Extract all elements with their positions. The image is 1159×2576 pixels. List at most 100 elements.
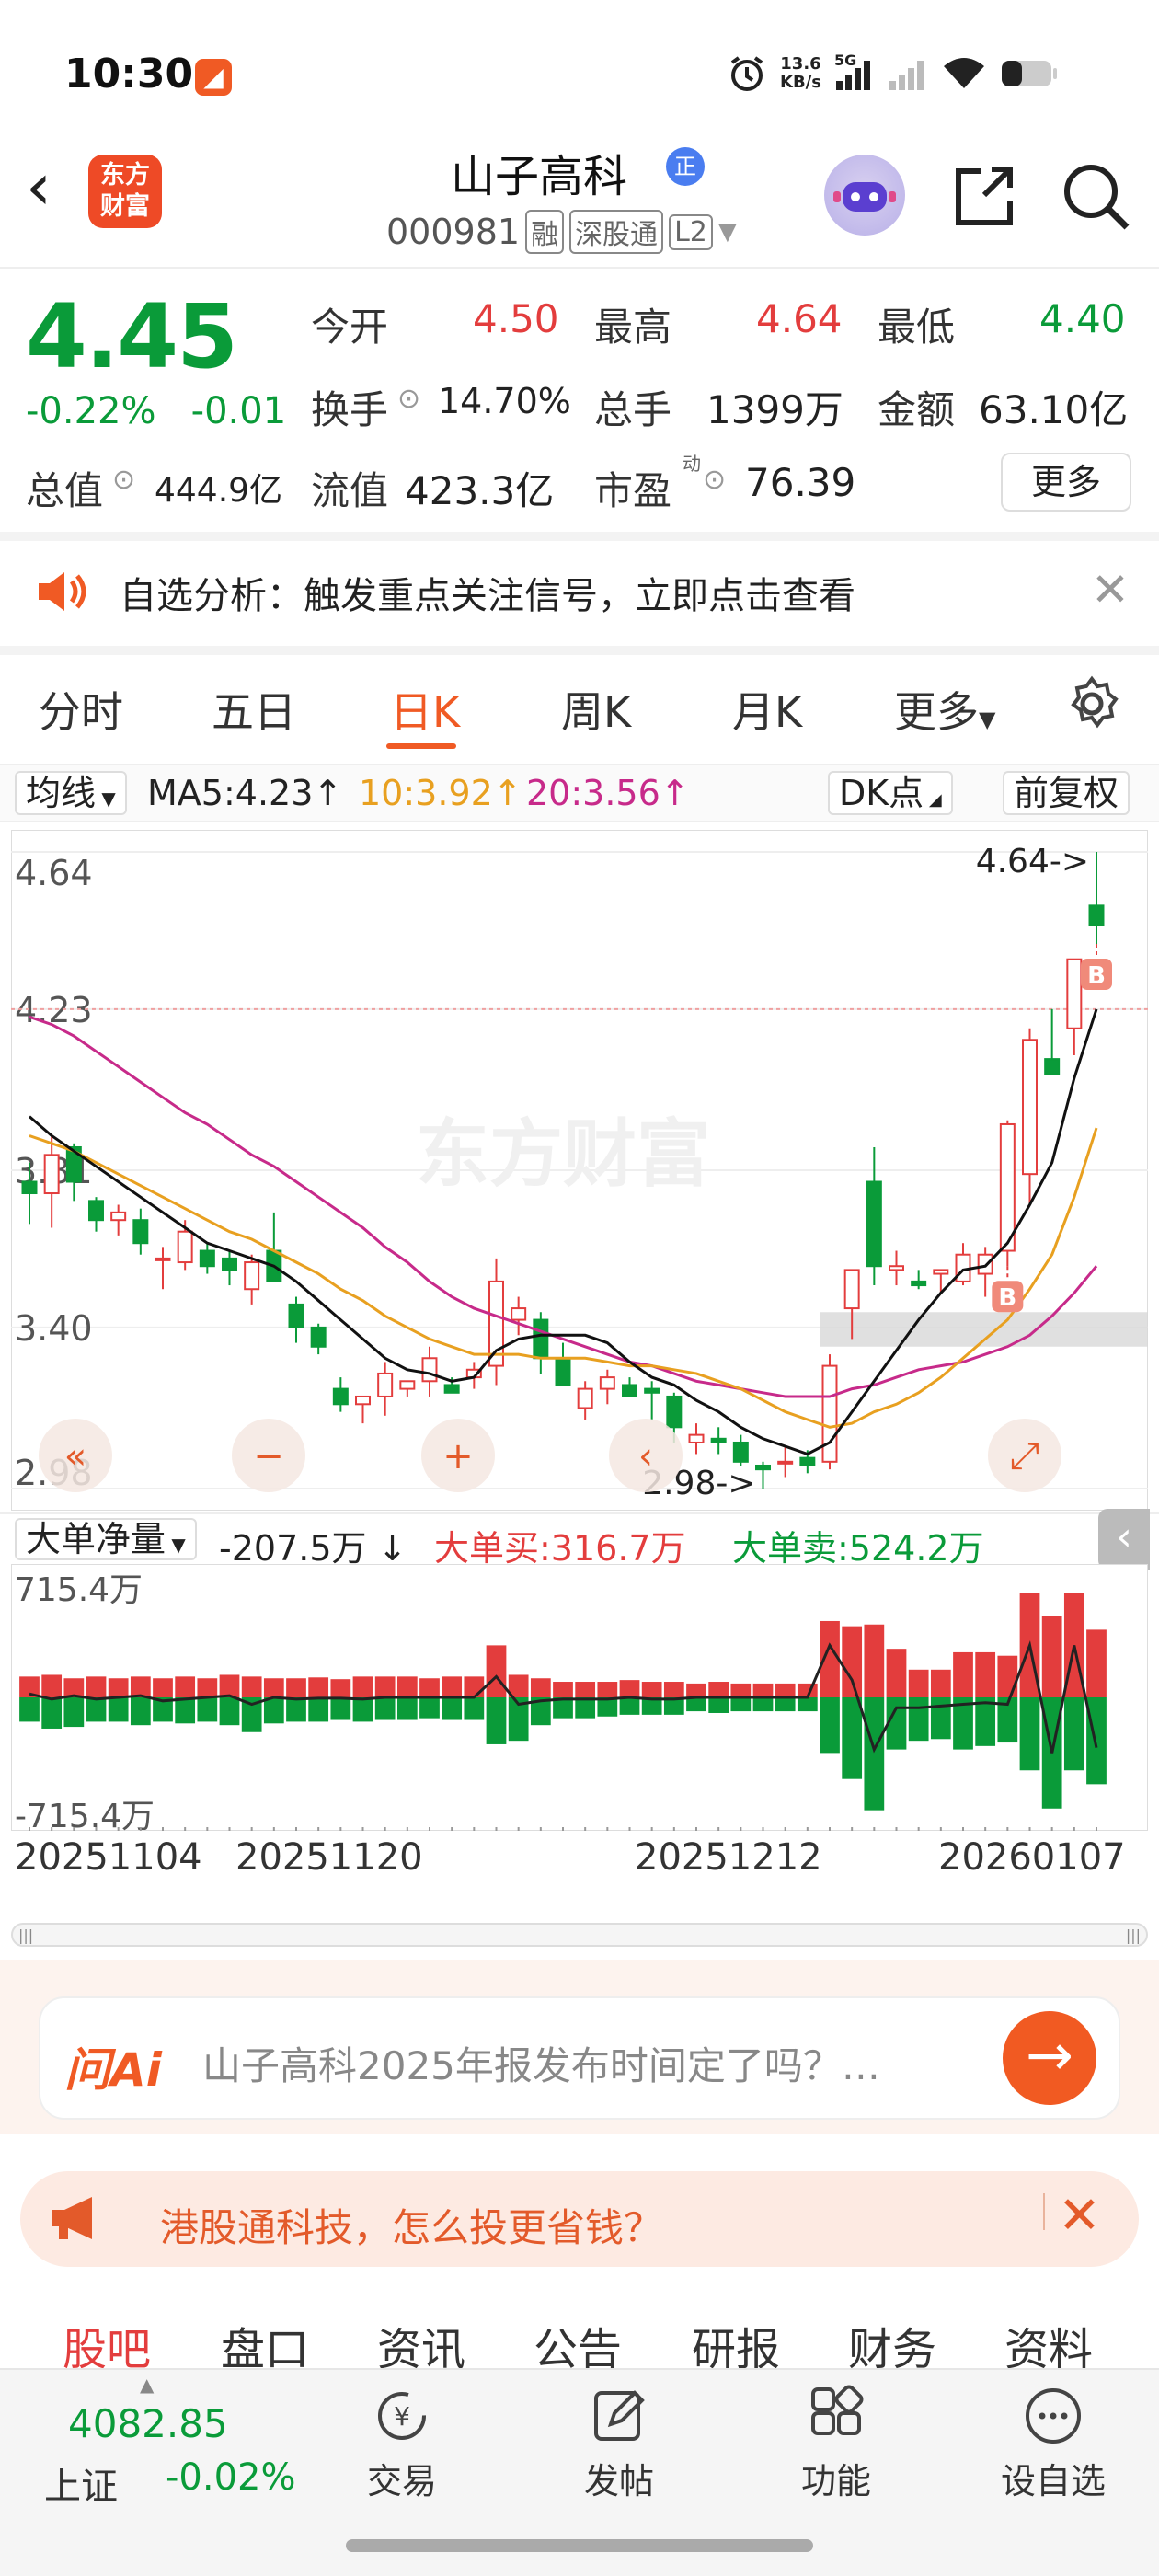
- dk-selector[interactable]: DK点 ◢: [828, 771, 953, 815]
- sell-bar: [864, 1697, 885, 1811]
- candle-body: [555, 1357, 571, 1386]
- buy-bar: [663, 1682, 684, 1697]
- volume-chart[interactable]: 715.4万 -715.4万: [11, 1564, 1148, 1831]
- tab-more[interactable]: 更多▼: [894, 679, 995, 740]
- tab-monthly-k[interactable]: 月K: [732, 679, 802, 740]
- date-tick: 20251120: [235, 1836, 423, 1879]
- candle-body: [421, 1357, 438, 1383]
- big-buy-label: 大单买:316.7万: [434, 1528, 686, 1569]
- nav-post[interactable]: 发帖: [550, 2379, 688, 2503]
- search-icon[interactable]: [1056, 156, 1133, 234]
- candle-body: [999, 1122, 1016, 1252]
- tag-margin: 融: [525, 210, 565, 254]
- buy-bar: [352, 1676, 373, 1697]
- net-volume-summary: -207.5万 ↓: [219, 1528, 407, 1569]
- date-tick: 20260107: [938, 1836, 1126, 1879]
- net-speed: 13.6 KB/s: [780, 54, 821, 92]
- candle-body: [88, 1200, 104, 1222]
- chart-control-button[interactable]: «: [39, 1419, 112, 1492]
- index-value[interactable]: 4082.85: [68, 2401, 228, 2446]
- sell-bar: [19, 1697, 40, 1722]
- pe-value: 76.39: [745, 460, 856, 505]
- stock-code: 000981: [386, 212, 521, 252]
- candle-body: [1066, 958, 1083, 1029]
- sell-bar: [396, 1697, 418, 1720]
- sell-bar: [752, 1697, 774, 1712]
- info-icon[interactable]: ⊙: [112, 464, 135, 496]
- signal-marker-label: B: [998, 1284, 1016, 1312]
- high-value: 4.64: [756, 296, 843, 341]
- index-change[interactable]: -0.02%: [166, 2456, 296, 2499]
- price-change: -0.22% -0.01: [26, 390, 287, 432]
- candle-body: [732, 1441, 749, 1463]
- assistant-avatar[interactable]: [824, 155, 905, 236]
- nav-trade[interactable]: ¥ 交易: [333, 2379, 471, 2503]
- tag-connect: 深股通: [569, 210, 664, 254]
- info-icon[interactable]: ⊙: [703, 464, 726, 496]
- ma-selector[interactable]: 均线 ▼: [15, 771, 127, 815]
- status-icons: 13.6 KB/s 5G: [727, 51, 1059, 97]
- status-time: 10:30: [64, 51, 194, 98]
- candle-body: [1022, 1039, 1038, 1176]
- candle-body: [332, 1387, 349, 1406]
- speaker-icon: [39, 572, 86, 611]
- collapse-panel-button[interactable]: ‹: [1098, 1509, 1150, 1570]
- buy-bar: [575, 1682, 596, 1697]
- sell-bar: [219, 1697, 240, 1726]
- gear-icon[interactable]: [1061, 673, 1122, 734]
- buy-bar: [975, 1651, 996, 1697]
- chart-control-button[interactable]: +: [421, 1419, 495, 1492]
- sell-bar: [374, 1697, 396, 1720]
- candle: [821, 1354, 838, 1470]
- tab-daily-k[interactable]: 日K: [390, 679, 460, 740]
- arrow-right-icon[interactable]: →: [1003, 2011, 1096, 2105]
- edit-icon: [594, 2390, 645, 2441]
- index-name[interactable]: 上证: [44, 2456, 118, 2510]
- buy-bar: [330, 1679, 351, 1697]
- nav-function[interactable]: 功能: [767, 2379, 905, 2503]
- chart-scrollbar[interactable]: ||| |||: [11, 1923, 1148, 1947]
- buy-bar: [641, 1682, 662, 1697]
- adjust-button[interactable]: 前复权: [1003, 771, 1130, 815]
- candle-body: [933, 1269, 949, 1275]
- close-icon[interactable]: ✕: [1091, 563, 1130, 616]
- candlestick-chart[interactable]: 4.644.233.813.402.98东方财富4.64->2.98->BB«−…: [11, 830, 1148, 1511]
- more-button[interactable]: 更多: [1001, 453, 1131, 512]
- buy-bar: [864, 1624, 885, 1697]
- info-icon[interactable]: ⊙: [397, 383, 420, 415]
- buy-bar: [530, 1678, 551, 1697]
- tab-five-day[interactable]: 五日: [212, 679, 296, 740]
- candle-body: [777, 1460, 794, 1465]
- buy-bar: [886, 1649, 907, 1697]
- indicator-selector[interactable]: 大单净量 ▼: [15, 1518, 197, 1560]
- buy-bar: [419, 1678, 440, 1697]
- last-price: 4.45: [26, 285, 238, 388]
- chart-control-button[interactable]: ‹: [609, 1419, 683, 1492]
- close-icon[interactable]: ✕: [1058, 2186, 1101, 2246]
- ai-question[interactable]: 山子高科2025年报发布时间定了吗？…: [202, 2035, 880, 2091]
- tab-intraday[interactable]: 分时: [39, 679, 123, 740]
- date-tick: 20251104: [15, 1836, 202, 1879]
- alert-text[interactable]: 自选分析：触发重点关注信号，立即点击查看: [120, 566, 855, 619]
- chart-control-button[interactable]: ⤢: [988, 1419, 1061, 1492]
- turnover-value: 14.70%: [438, 381, 571, 421]
- sell-bar: [308, 1697, 329, 1722]
- control-glyph: −: [253, 1435, 284, 1478]
- back-button[interactable]: ‹: [26, 155, 52, 219]
- control-glyph: ⤢: [1010, 1435, 1039, 1478]
- nav-add-watchlist[interactable]: 设自选: [984, 2379, 1122, 2503]
- candle-body: [533, 1318, 549, 1360]
- buy-bar: [930, 1669, 951, 1697]
- share-icon[interactable]: [947, 158, 1021, 232]
- y-tick-label: -715.4万: [15, 1798, 155, 1831]
- tab-weekly-k[interactable]: 周K: [561, 679, 631, 740]
- sell-bar: [1063, 1697, 1084, 1771]
- signal-empty-icon: [889, 61, 924, 90]
- sell-bar: [419, 1697, 440, 1719]
- sell-bar: [352, 1697, 373, 1722]
- sell-bar: [86, 1697, 107, 1722]
- chevron-down-icon[interactable]: ▼: [718, 218, 737, 246]
- promo-text[interactable]: 港股通科技，怎么投更省钱？: [160, 2197, 662, 2253]
- watermark: 东方财富: [416, 1111, 710, 1197]
- chart-control-button[interactable]: −: [232, 1419, 305, 1492]
